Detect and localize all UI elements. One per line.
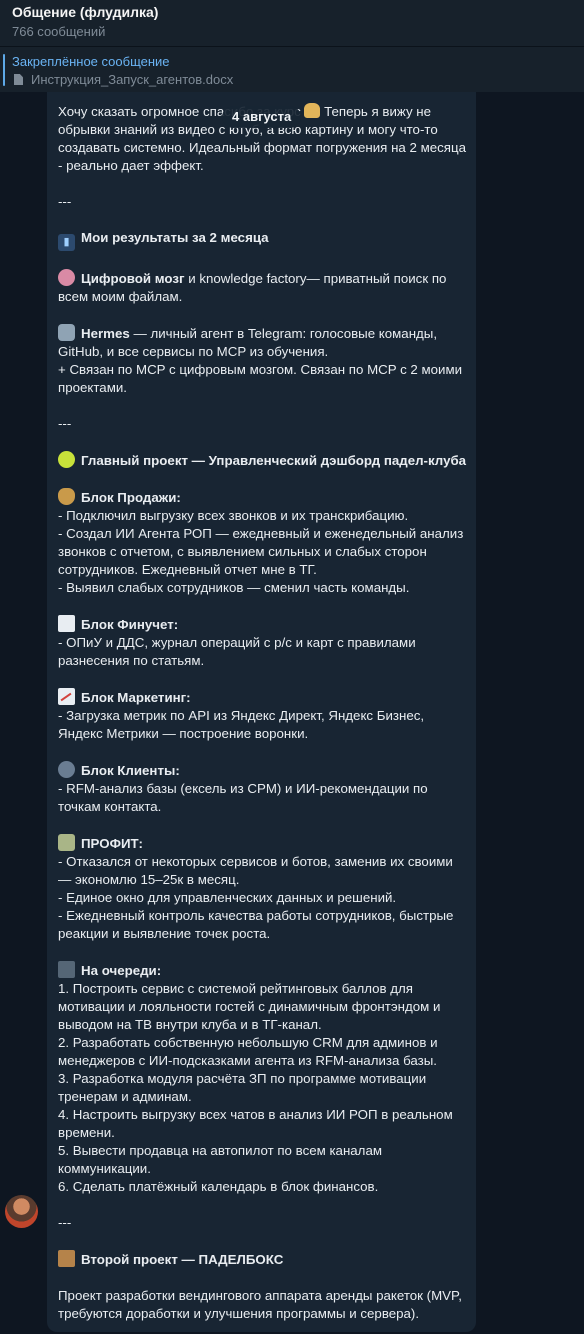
- tennis-emoji: [58, 451, 75, 468]
- hermes-text-2: + Связан по MCP с цифровым мозгом. Связа…: [58, 362, 463, 395]
- message-feed[interactable]: Хочу сказать огромное спасибо за курс Те…: [0, 92, 584, 1334]
- list-item: - Единое окно для управленческих данных …: [58, 890, 397, 905]
- pinned-title: Закреплённое сообщение: [12, 54, 170, 69]
- second-project-title: Второй проект — ПАДЕЛБОКС: [81, 1252, 284, 1267]
- date-badge: 4 августа: [222, 106, 302, 128]
- list-item: 3. Разработка модуля расчёта ЗП по прогр…: [58, 1071, 427, 1104]
- message-text: Хочу сказать огромное спасибо за курс Те…: [58, 103, 468, 1323]
- chart-up-emoji: [58, 688, 75, 705]
- profit-title: ПРОФИТ:: [81, 836, 143, 851]
- separator-3: ---: [58, 1215, 72, 1230]
- marketing-title: Блок Маркетинг:: [81, 690, 191, 705]
- sales-title: Блок Продажи:: [81, 490, 181, 505]
- pinned-accent-bar: [3, 54, 5, 86]
- pinned-message-bar[interactable]: Закреплённое сообщение Инструкция_Запуск…: [0, 46, 584, 92]
- list-item: 6. Сделать платёжный календарь в блок фи…: [58, 1179, 379, 1194]
- member-count: 766 сообщений: [12, 24, 106, 39]
- list-item: - Выявил слабых сотрудников — сменил час…: [58, 580, 410, 595]
- list-item: - RFM-анализ базы (ексель из CPM) и ИИ-р…: [58, 781, 428, 814]
- chat-header[interactable]: Общение (флудилка) 766 сообщений: [0, 0, 584, 46]
- brain-emoji: [58, 269, 75, 286]
- robot-emoji: [58, 324, 75, 341]
- list-item: - Ежедневный контроль качества работы со…: [58, 908, 454, 941]
- list-item: 1. Построить сервис с системой рейтингов…: [58, 981, 441, 1032]
- separator: ---: [58, 194, 72, 209]
- list-item: - Создал ИИ Агента РОП — ежедневный и еж…: [58, 526, 464, 577]
- document-icon: [14, 74, 23, 85]
- list-item: 4. Настроить выгрузку всех чатов в анали…: [58, 1107, 453, 1140]
- list-item: - Загрузка метрик по API из Яндекс Дирек…: [58, 708, 425, 741]
- main-project-title: Главный проект — Управленческий дэшборд …: [81, 453, 467, 468]
- soon-arrow-emoji: [58, 961, 75, 978]
- list-item: 5. Вывести продавца на автопилот по всем…: [58, 1143, 382, 1176]
- list-item: - Отказался от некоторых сервисов и бото…: [58, 854, 453, 887]
- brain-title: Цифровой мозг: [81, 271, 185, 286]
- people-emoji: [58, 761, 75, 778]
- money-bag-emoji: [58, 488, 75, 505]
- list-item: - Подключил выгрузку всех звонков и их т…: [58, 508, 409, 523]
- clients-title: Блок Клиенты:: [81, 763, 180, 778]
- second-project-text: Проект разработки вендингового аппарата …: [58, 1288, 462, 1321]
- pray-emoji: [304, 103, 321, 118]
- list-item: 2. Разработать собственную небольшую CRM…: [58, 1035, 438, 1068]
- chart-emoji: ▮: [58, 234, 75, 251]
- avatar[interactable]: [5, 1195, 38, 1228]
- hermes-title: Hermes: [81, 326, 130, 341]
- next-title: На очереди:: [81, 963, 162, 978]
- chat-title: Общение (флудилка): [12, 4, 159, 20]
- fin-title: Блок Финучет:: [81, 617, 179, 632]
- memo-emoji: [58, 615, 75, 632]
- pinned-file-name: Инструкция_Запуск_агентов.docx: [31, 72, 234, 87]
- package-emoji: [58, 1250, 75, 1267]
- separator-2: ---: [58, 416, 72, 431]
- money-wings-emoji: [58, 834, 75, 851]
- list-item: - ОПиУ и ДДС, журнал операций с р/с и ка…: [58, 635, 416, 668]
- results-title: Мои результаты за 2 месяца: [81, 230, 269, 245]
